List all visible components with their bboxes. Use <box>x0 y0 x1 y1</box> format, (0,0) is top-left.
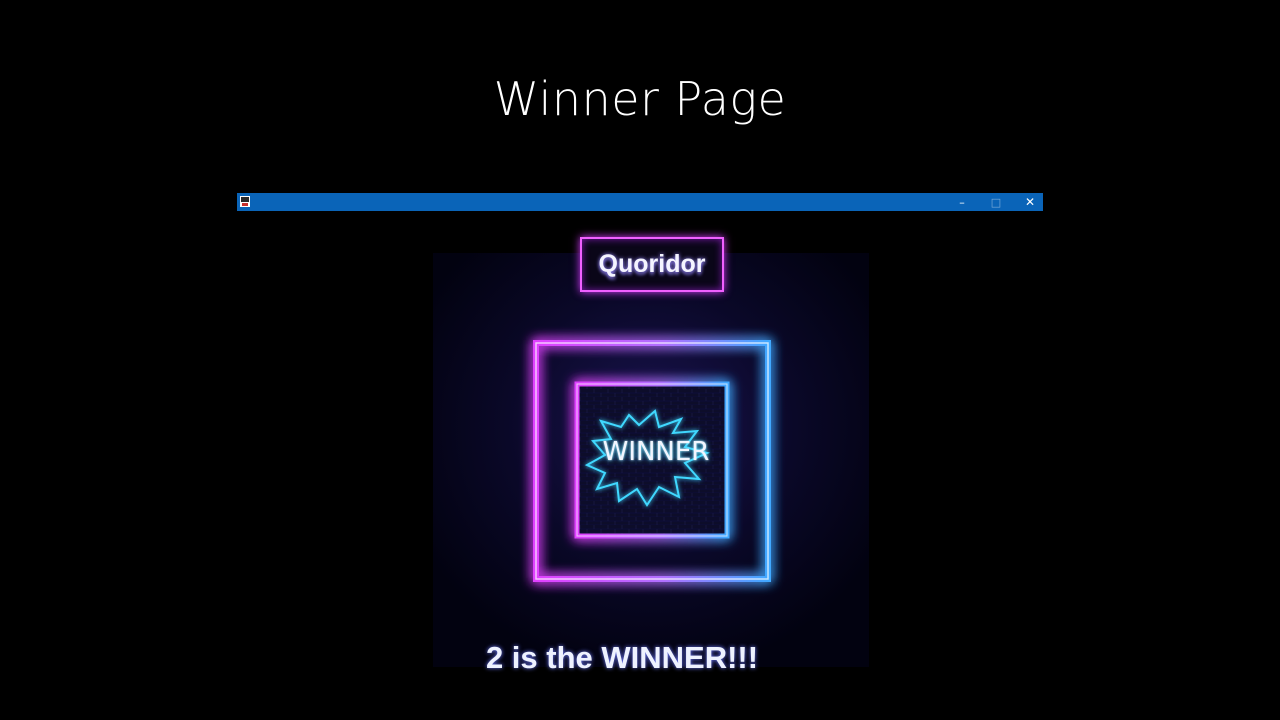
maximize-button[interactable]: □ <box>979 193 1013 211</box>
close-button[interactable]: ✕ <box>1013 193 1047 211</box>
game-title-plate: Quoridor <box>580 237 724 292</box>
minimize-button[interactable]: – <box>945 193 979 211</box>
app-window: – □ ✕ WINNER Quoridor 2 is the WINNER!!! <box>237 193 1043 675</box>
window-titlebar[interactable]: – □ ✕ <box>237 193 1043 211</box>
game-title: Quoridor <box>598 250 706 278</box>
winner-badge-text: WINNER <box>602 437 710 467</box>
slide-title: Winner Page <box>493 72 787 126</box>
window-content: WINNER Quoridor 2 is the WINNER!!! <box>237 211 1043 675</box>
java-app-icon <box>240 196 250 207</box>
winner-message: 2 is the WINNER!!! <box>485 640 759 675</box>
